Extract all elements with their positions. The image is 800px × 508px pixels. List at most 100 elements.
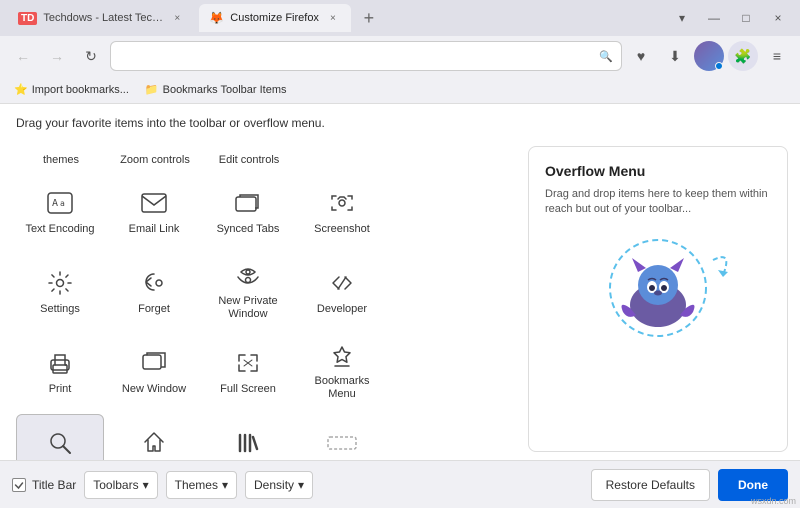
density-chevron: ▾ [298,478,304,492]
bookmarks-menu-label: BookmarksMenu [314,375,369,401]
toolbar-item-new-private-window[interactable]: New PrivateWindow [204,254,292,326]
cut-label-1: themes [43,154,79,166]
profile-button[interactable] [694,41,724,71]
bookmarks-menu-icon [326,343,358,371]
minimize-button[interactable]: — [700,4,728,32]
close-window-button[interactable]: × [764,4,792,32]
bookmark-import-label: Import bookmarks... [32,84,129,96]
bookmarks-bar: ⭐ Import bookmarks... 📁 Bookmarks Toolba… [0,76,800,104]
navigation-bar: ← → ↻ 🔍 ♥ ⬇ 🧩 ≡ [0,36,800,76]
text-encoding-icon: A a [44,187,76,219]
screenshot-label: Screenshot [314,223,370,236]
toolbar-item-full-screen[interactable]: Full Screen [204,334,292,406]
tab-bar-right: ▾ — □ × [668,4,792,32]
download-button[interactable]: ⬇ [660,41,690,71]
new-window-icon [138,347,170,379]
tab-favicon-td: TD [18,12,37,25]
new-tab-button[interactable]: + [355,4,383,32]
forget-icon [138,267,170,299]
refresh-button[interactable]: ↻ [76,41,106,71]
title-bar-checkbox-group[interactable]: Title Bar [12,478,76,492]
bookmark-heart-button[interactable]: ♥ [626,41,656,71]
toolbar-item-synced-tabs[interactable]: Synced Tabs [204,174,292,246]
tab-customize[interactable]: 🦊 Customize Firefox × [199,4,351,32]
toolbars-label: Toolbars [93,478,138,492]
toolbar-item-email-link[interactable]: Email Link [110,174,198,246]
url-input[interactable] [119,49,593,63]
toolbars-chevron: ▾ [143,478,149,492]
toolbar-item-new-window[interactable]: New Window [110,334,198,406]
screenshot-icon [326,187,358,219]
nav-right-controls: ♥ ⬇ 🧩 ≡ [626,41,792,71]
items-grid: themes Zoom controls Edit controls [0,138,528,460]
tab-bar-chevron[interactable]: ▾ [668,4,696,32]
toolbar-item-home[interactable]: Home [110,414,198,460]
back-button[interactable]: ← [8,41,38,71]
cut-label-2: Zoom controls [120,154,190,166]
toolbars-dropdown[interactable]: Toolbars ▾ [84,471,157,499]
themes-dropdown[interactable]: Themes ▾ [166,471,237,499]
cut-item-1[interactable]: themes [16,138,106,170]
cut-item-3[interactable]: Edit controls [204,138,294,170]
title-bar-checkbox[interactable] [12,478,26,492]
toolbar-item-search[interactable]: Search [16,414,104,460]
menu-button[interactable]: ≡ [762,41,792,71]
developer-icon [326,267,358,299]
restore-defaults-button[interactable]: Restore Defaults [591,469,710,501]
toolbar-item-print[interactable]: Print [16,334,104,406]
print-label: Print [49,383,72,396]
toolbar-item-library[interactable]: Library [204,414,292,460]
customize-header: Drag your favorite items into the toolba… [0,104,800,138]
done-button[interactable]: Done [718,469,788,501]
new-private-window-icon [232,263,264,291]
import-icon: ⭐ [14,83,28,96]
profile-sync-dot [715,62,723,70]
print-icon [44,347,76,379]
tab-close-techdows[interactable]: × [169,10,185,26]
bookmark-toolbar-label: Bookmarks Toolbar Items [163,84,287,96]
overflow-illustration [545,230,771,350]
themes-label: Themes [175,478,218,492]
tab-close-customize[interactable]: × [325,10,341,26]
items-row-4: Search Home [8,410,520,460]
full-screen-label: Full Screen [220,383,276,396]
search-icon-url: 🔍 [599,50,613,63]
density-dropdown[interactable]: Density ▾ [245,471,313,499]
toolbar-item-bookmarks-menu[interactable]: BookmarksMenu [298,334,386,406]
tab-bar: TD Techdows - Latest Technology N... × 🦊… [0,0,800,36]
bottom-toolbar: Title Bar Toolbars ▾ Themes ▾ Density ▾ … [0,460,800,508]
settings-icon [44,267,76,299]
forward-button[interactable]: → [42,41,72,71]
drag-instruction: Drag your favorite items into the toolba… [16,116,325,130]
forget-label: Forget [138,303,170,316]
bottom-right-actions: Restore Defaults Done [591,469,788,501]
items-row-1: A a Text Encoding [8,170,520,250]
bookmark-toolbar-items[interactable]: 📁 Bookmarks Toolbar Items [139,81,293,98]
extensions-button[interactable]: 🧩 [728,41,758,71]
bookmark-import[interactable]: ⭐ Import bookmarks... [8,81,135,98]
tab-favicon-customize: 🦊 [209,11,224,25]
cut-item-2[interactable]: Zoom controls [110,138,200,170]
toolbar-item-text-encoding[interactable]: A a Text Encoding [16,174,104,246]
synced-tabs-icon [232,187,264,219]
toolbar-item-screenshot[interactable]: Screenshot [298,174,386,246]
new-private-window-label: New PrivateWindow [218,295,277,321]
tab-techdows[interactable]: TD Techdows - Latest Technology N... × [8,4,195,32]
tab-label-techdows: Techdows - Latest Technology N... [43,12,163,24]
toolbar-item-forget[interactable]: Forget [110,254,198,326]
url-bar[interactable]: 🔍 [110,41,622,71]
density-label: Density [254,478,294,492]
customize-body: themes Zoom controls Edit controls [0,138,800,460]
overflow-panel-description: Drag and drop items here to keep them wi… [545,187,771,218]
toolbar-item-flexible-space[interactable]: Flexible Space [298,414,386,460]
synced-tabs-label: Synced Tabs [217,223,280,236]
items-row-2: Settings Forget [8,250,520,330]
toolbar-item-settings[interactable]: Settings [16,254,104,326]
tab-label-customize: Customize Firefox [230,12,319,24]
overflow-panel-title: Overflow Menu [545,163,645,179]
cut-label-3: Edit controls [219,154,280,166]
maximize-button[interactable]: □ [732,4,760,32]
text-encoding-label: Text Encoding [25,223,94,236]
home-icon [138,427,170,459]
toolbar-item-developer[interactable]: Developer [298,254,386,326]
